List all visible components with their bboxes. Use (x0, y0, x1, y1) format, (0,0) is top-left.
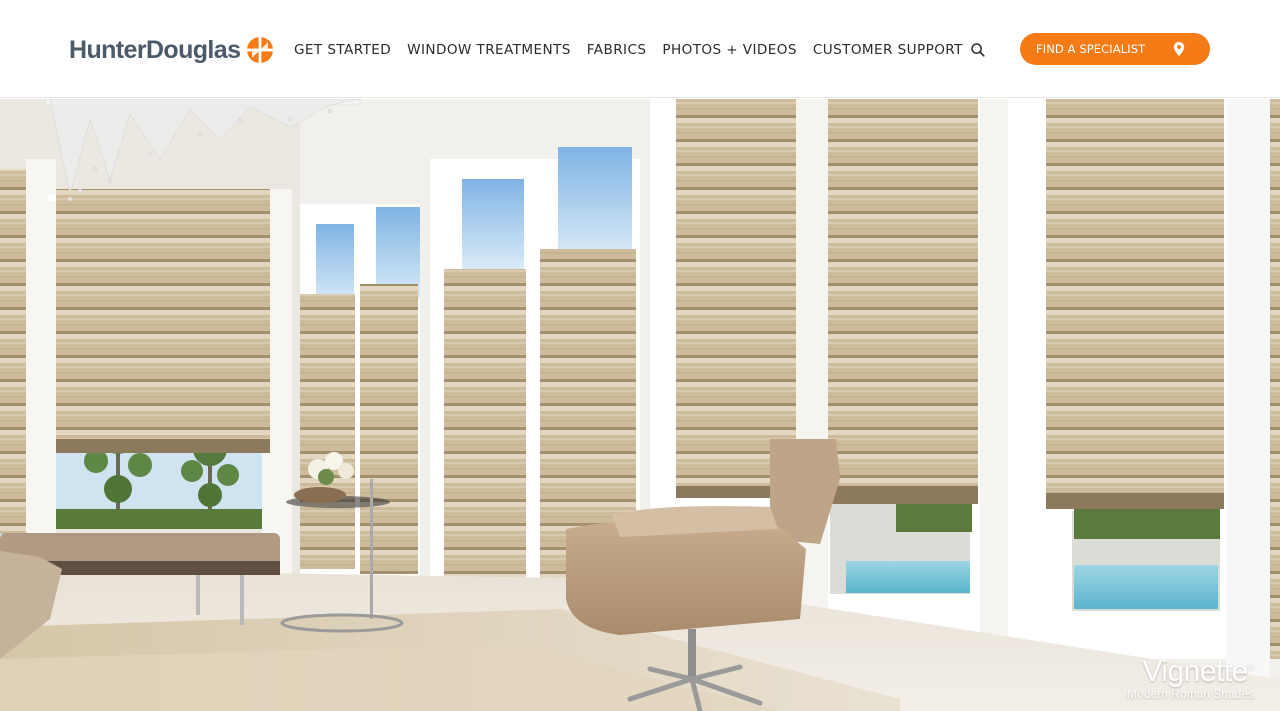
hero-room-scene (0, 99, 1280, 711)
find-a-specialist-label: FIND A SPECIALIST (1036, 42, 1146, 56)
hunter-douglas-logo[interactable]: HunterDouglas (69, 33, 274, 67)
find-a-specialist-button[interactable]: FIND A SPECIALIST (1020, 33, 1210, 65)
nav-window-treatments[interactable]: WINDOW TREATMENTS (407, 42, 571, 58)
trademark-symbol: ® (1247, 662, 1255, 672)
logo-wordmark: HunterDouglas (69, 35, 241, 64)
nav-customer-support[interactable]: CUSTOMER SUPPORT (813, 42, 963, 58)
map-pin-icon (1173, 42, 1185, 56)
hunter-douglas-mark-icon (247, 37, 274, 63)
product-name: Vignette® (1127, 652, 1254, 687)
nav-get-started[interactable]: GET STARTED (294, 42, 391, 58)
site-header: HunterDouglas GET STARTED WINDOW TREATME… (0, 0, 1280, 98)
product-caption: Vignette® Modern Roman Shades (1127, 652, 1254, 702)
product-name-text: Vignette (1142, 655, 1248, 688)
main-nav: GET STARTED WINDOW TREATMENTS FABRICS PH… (294, 40, 979, 60)
nav-fabrics[interactable]: FABRICS (587, 42, 647, 58)
product-subtitle: Modern Roman Shades (1127, 687, 1254, 701)
nav-photos-videos[interactable]: PHOTOS + VIDEOS (662, 42, 796, 58)
search-icon[interactable] (970, 42, 986, 58)
hero-banner: Vignette® Modern Roman Shades (0, 99, 1280, 711)
